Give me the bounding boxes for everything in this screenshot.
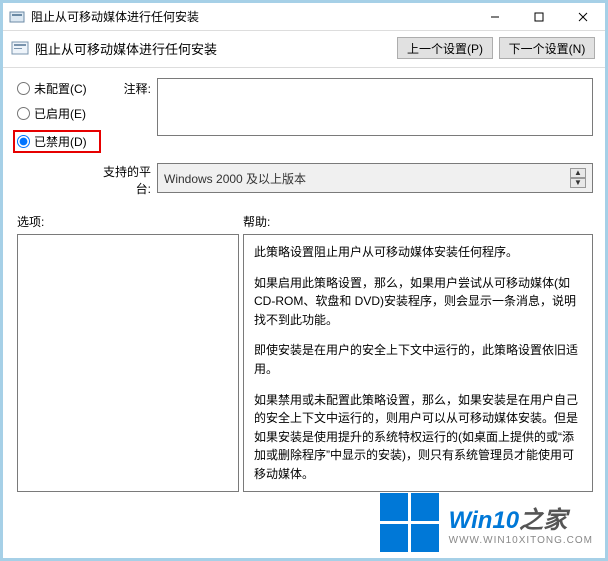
help-text: 如果禁用或未配置此策略设置，那么，如果安装是在用户自己的安全上下文中运行的，则用… bbox=[254, 391, 582, 484]
watermark-url: WWW.WIN10XITONG.COM bbox=[449, 535, 593, 546]
help-text: 此策略设置阻止用户从可移动媒体安装任何程序。 bbox=[254, 243, 582, 262]
options-panel bbox=[17, 234, 239, 492]
help-text: 即使安装是在用户的安全上下文中运行的，此策略设置依旧适用。 bbox=[254, 341, 582, 378]
options-section-label: 选项: bbox=[17, 213, 243, 230]
watermark-brand-sub: 之家 bbox=[519, 507, 567, 534]
radio-enabled-input[interactable] bbox=[17, 107, 30, 120]
page-title: 阻止从可移动媒体进行任何安装 bbox=[35, 39, 391, 58]
radio-not-configured-input[interactable] bbox=[17, 82, 30, 95]
radio-enabled-label: 已启用(E) bbox=[34, 105, 86, 122]
help-text: 如果启用此策略设置，那么，如果用户尝试从可移动媒体(如 CD-ROM、软盘和 D… bbox=[254, 274, 582, 330]
help-panel: 此策略设置阻止用户从可移动媒体安装任何程序。 如果启用此策略设置，那么，如果用户… bbox=[243, 234, 593, 492]
windows-logo-icon bbox=[380, 493, 439, 552]
window-titlebar: 阻止从可移动媒体进行任何安装 bbox=[3, 3, 605, 31]
header-row: 阻止从可移动媒体进行任何安装 上一个设置(P) 下一个设置(N) bbox=[3, 31, 605, 68]
platform-scroll-up[interactable]: ▲ bbox=[570, 168, 586, 178]
radio-not-configured[interactable]: 未配置(C) bbox=[17, 80, 101, 97]
platform-scroll-down[interactable]: ▼ bbox=[570, 178, 586, 188]
radio-not-configured-label: 未配置(C) bbox=[34, 80, 87, 97]
maximize-button[interactable] bbox=[517, 3, 561, 30]
supported-platform-box: Windows 2000 及以上版本 ▲ ▼ bbox=[157, 163, 593, 193]
radio-disabled[interactable]: 已禁用(D) bbox=[13, 130, 101, 153]
comment-label: 注释: bbox=[101, 78, 157, 97]
app-icon bbox=[9, 9, 25, 25]
radio-disabled-input[interactable] bbox=[17, 135, 30, 148]
watermark: Win10之家 WWW.WIN10XITONG.COM bbox=[380, 493, 593, 552]
policy-icon bbox=[11, 39, 29, 57]
window-title: 阻止从可移动媒体进行任何安装 bbox=[31, 8, 473, 25]
next-setting-button[interactable]: 下一个设置(N) bbox=[499, 37, 595, 59]
radio-enabled[interactable]: 已启用(E) bbox=[17, 105, 101, 122]
supported-platform-text: Windows 2000 及以上版本 bbox=[164, 170, 306, 187]
help-section-label: 帮助: bbox=[243, 213, 593, 230]
watermark-brand: Win10 bbox=[449, 507, 519, 534]
previous-setting-button[interactable]: 上一个设置(P) bbox=[397, 37, 493, 59]
comment-input[interactable] bbox=[157, 78, 593, 136]
minimize-button[interactable] bbox=[473, 3, 517, 30]
platform-label: 支持的平台: bbox=[101, 159, 157, 197]
close-button[interactable] bbox=[561, 3, 605, 30]
radio-disabled-label: 已禁用(D) bbox=[34, 133, 87, 150]
